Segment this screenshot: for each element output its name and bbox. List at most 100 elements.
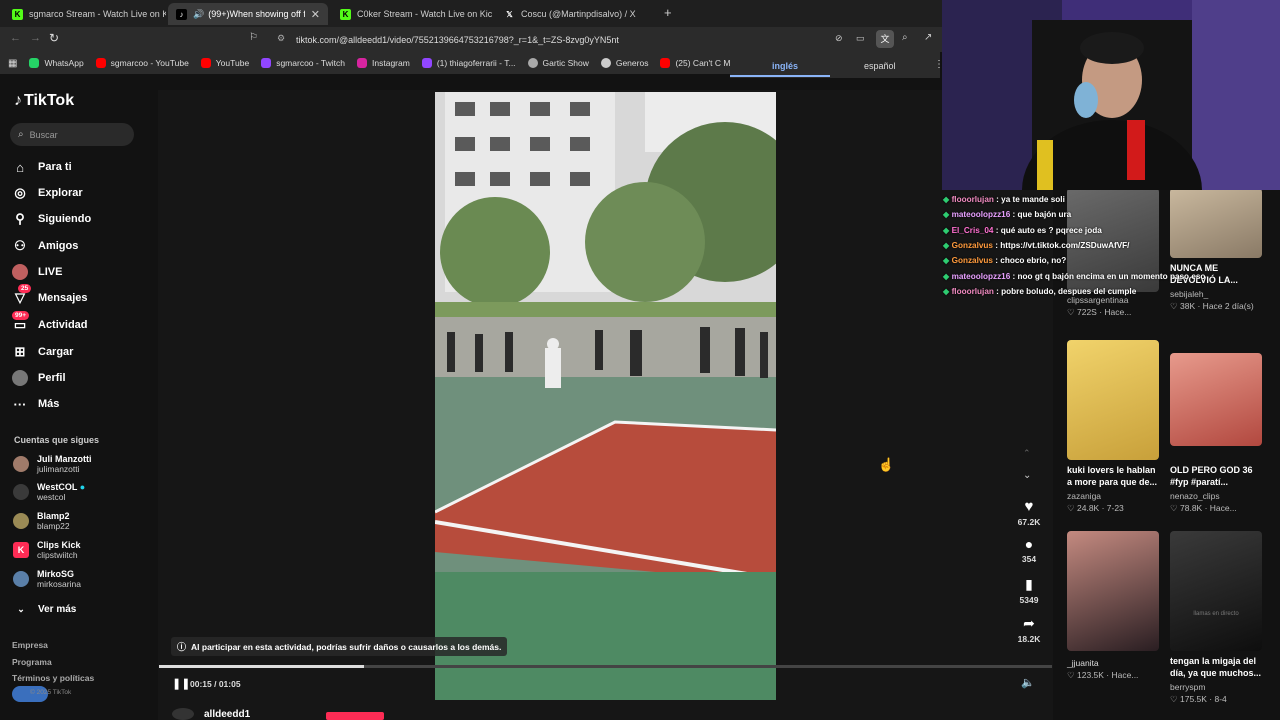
prev-video-icon[interactable]: ⌃: [1023, 448, 1031, 459]
author-name[interactable]: alldeedd1: [204, 709, 250, 720]
browser-tab[interactable]: 𝕏 Coscu (@Martinpdisalvo) / X: [496, 3, 656, 25]
footer-link-empresa[interactable]: Empresa: [12, 640, 48, 650]
cast-icon[interactable]: ▭: [856, 33, 865, 44]
bookmark-label: sgmarcoo - Twitch: [276, 58, 346, 68]
nav-actividad[interactable]: ▭ 99+ Actividad: [12, 311, 88, 333]
forward-icon[interactable]: →: [30, 32, 41, 44]
nav-explorar[interactable]: ◎ Explorar: [12, 185, 83, 201]
kick-avatar-icon: K: [13, 542, 29, 558]
translate-source-lang[interactable]: inglés: [772, 61, 798, 71]
comment-action[interactable]: ● 354: [1016, 536, 1042, 564]
feed-caption: OLD PERO GOD 36 #fyp #paratí...: [1170, 465, 1253, 487]
feed-card[interactable]: _jjuanita ♡ 123.5K · Hace...: [1067, 531, 1159, 681]
translate-icon[interactable]: 文: [876, 30, 894, 48]
progress-track[interactable]: [159, 665, 1052, 668]
heart-outline-icon: ♡: [1067, 503, 1075, 513]
followed-account[interactable]: WestCOL ● westcol: [13, 482, 85, 502]
share-icon[interactable]: ↗: [924, 32, 932, 43]
tab-title: sgmarco Stream - Watch Live on Kick: [29, 9, 166, 19]
chat-username: flooorlujan: [951, 286, 994, 296]
bookmark-label: WhatsApp: [44, 58, 84, 68]
bookmark-youtube-channel[interactable]: sgmarcoo - YouTube: [95, 58, 189, 68]
feed-card[interactable]: OLD PERO GOD 36 #fyp #paratí... nenazo_c…: [1170, 353, 1262, 514]
bookmark-instagram[interactable]: Instagram: [357, 58, 410, 68]
browser-tab-active[interactable]: ♪ 🔊 (99+)When showing off fails ✕: [168, 3, 328, 25]
translate-target-lang[interactable]: español: [864, 61, 896, 71]
speaker-icon: 🔊: [193, 8, 205, 19]
bookmark-twitch[interactable]: sgmarcoo - Twitch: [261, 58, 345, 68]
url-field[interactable]: tiktok.com/@alldeedd1/video/755213966475…: [296, 31, 971, 49]
bookmark-youtube[interactable]: YouTube: [200, 58, 249, 68]
bookmark-icon[interactable]: ⚐: [249, 32, 258, 43]
close-tab-icon[interactable]: ✕: [305, 8, 320, 21]
tiktok-note-icon: ♪: [14, 92, 22, 109]
author-avatar[interactable]: [172, 708, 194, 720]
comment-count: 354: [1021, 554, 1037, 564]
nav-para-ti[interactable]: ⌂ Para ti: [12, 159, 72, 175]
nav-mas[interactable]: ··· Más: [12, 396, 60, 412]
chat-badge-icon: ◆: [943, 286, 952, 296]
save-action[interactable]: ▮ 5349: [1016, 576, 1042, 605]
like-action[interactable]: ♥ 67.2K: [1016, 498, 1042, 527]
followed-account[interactable]: MirkoSG mirkosarina: [13, 569, 81, 589]
back-icon[interactable]: ←: [10, 32, 21, 44]
new-tab-button[interactable]: +: [664, 5, 672, 20]
nav-siguiendo[interactable]: ⚲ Siguiendo: [12, 211, 91, 227]
site-info-icon[interactable]: ⚙: [277, 33, 285, 44]
nav-label: Explorar: [38, 187, 83, 199]
nav-perfil[interactable]: Perfil: [12, 370, 66, 386]
pause-icon[interactable]: ❚❚: [172, 677, 190, 690]
see-more-button[interactable]: ⌄ Ver más: [16, 601, 76, 617]
zoom-icon[interactable]: ⌕: [902, 32, 908, 43]
thumbnail-overlay-text: llamas en directo: [1193, 611, 1239, 617]
bookmark-twitch-2[interactable]: (1) thiagoferrarii - T...: [421, 58, 516, 68]
footer-link-programa[interactable]: Programa: [12, 657, 52, 667]
bookmark-label: Generos: [615, 58, 649, 68]
nav-live[interactable]: LIVE: [12, 264, 62, 280]
search-box[interactable]: ⌕ Buscar: [10, 123, 134, 146]
reload-icon[interactable]: ↻: [49, 31, 59, 45]
warning-text: Al participar en esta actividad, podrías…: [191, 641, 502, 652]
followed-account[interactable]: Blamp2 blamp22: [13, 511, 70, 531]
footer-link-terminos[interactable]: Términos y políticas: [12, 673, 94, 683]
feed-card[interactable]: kuki lovers le hablan a more para que de…: [1067, 340, 1159, 514]
bookmark-generos[interactable]: Generos: [600, 58, 649, 68]
follow-button[interactable]: [326, 712, 384, 720]
account-handle: blamp22: [37, 521, 70, 531]
nav-label: Amigos: [38, 240, 79, 252]
nav-mensajes[interactable]: ▽ 25 Mensajes: [12, 284, 88, 306]
followed-account[interactable]: K Clips Kick clipstwiitch: [13, 540, 81, 560]
whatsapp-icon: [29, 58, 40, 68]
feed-author: _jjuanita: [1067, 658, 1099, 668]
volume-icon[interactable]: 🔈: [1021, 676, 1035, 689]
nav-cargar[interactable]: ⊞ Cargar: [12, 344, 74, 360]
video-frame[interactable]: [435, 92, 776, 700]
translate-popup: inglés español ⋮: [730, 54, 944, 78]
avatar: [13, 456, 29, 472]
chat-username: mateoolopzz16: [951, 271, 1011, 281]
browser-tab[interactable]: K sgmarco Stream - Watch Live on Kick: [4, 3, 166, 25]
bookmark-whatsapp[interactable]: WhatsApp: [29, 58, 84, 68]
account-handle: julimanzotti: [37, 464, 80, 474]
nav-label: Más: [38, 398, 60, 410]
feed-stats: ♡ 175.5K · 8-4: [1170, 694, 1262, 705]
tiktok-logo[interactable]: ♪ TikTok: [14, 92, 74, 110]
feed-card[interactable]: NUNCA ME DEVOLVIÓ LA... sebijaleh_ ♡ 38K…: [1170, 188, 1262, 312]
tracking-icon[interactable]: ⊘: [835, 33, 843, 44]
followed-account[interactable]: Juli Manzotti julimanzotti: [13, 454, 92, 474]
browser-tab[interactable]: K C0ker Stream - Watch Live on Kick: [332, 3, 492, 25]
share-count: 18.2K: [1017, 634, 1041, 644]
share-action[interactable]: ➦ 18.2K: [1016, 615, 1042, 644]
feed-card[interactable]: llamas en directo tengan la migaja del d…: [1170, 531, 1262, 705]
video-time: 00:15 / 01:05: [190, 679, 241, 689]
bookmark-label: sgmarcoo - YouTube: [110, 58, 189, 68]
next-video-icon[interactable]: ⌄: [1023, 470, 1031, 481]
chat-badge-icon: ◆: [943, 225, 952, 235]
feed-stats: ♡ 24.8K · 7-23: [1067, 503, 1159, 514]
chat-username: Gonzalvus: [951, 256, 993, 266]
nav-amigos[interactable]: ⚇ Amigos: [12, 238, 78, 254]
apps-grid-icon[interactable]: ▦: [8, 58, 17, 69]
bookmark-gartic[interactable]: Gartic Show: [527, 58, 589, 68]
account-handle: westcol: [37, 492, 66, 502]
kick-icon: K: [340, 8, 351, 20]
